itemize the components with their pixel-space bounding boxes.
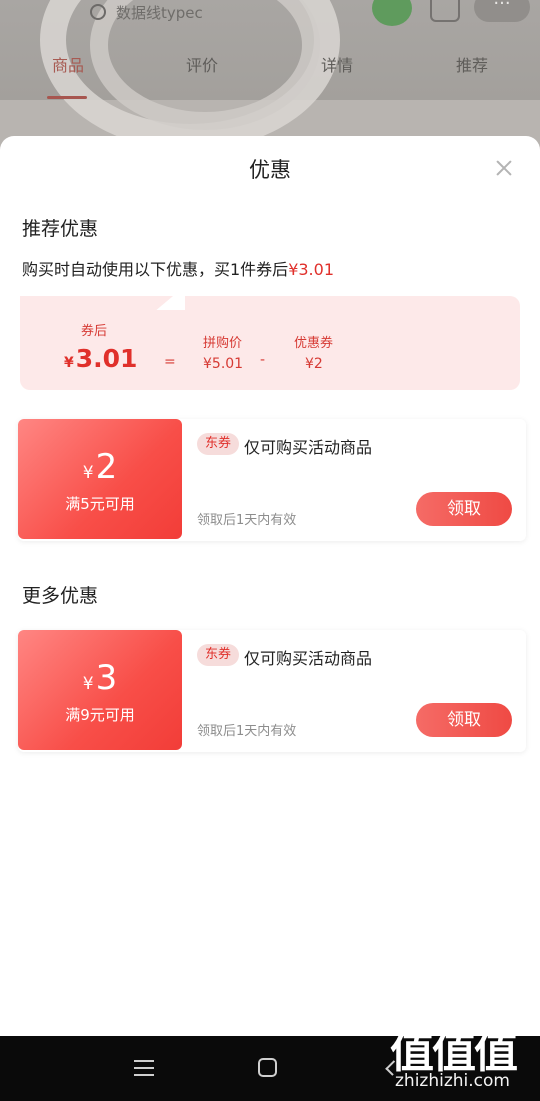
watermark-url: zhizhizhi.com — [395, 1071, 510, 1091]
coupon-card: ¥2 满5元可用 东券 仅可购买活动商品 领取后1天内有效 领取 — [18, 419, 526, 541]
after-coupon-value: 3.01 — [75, 344, 138, 373]
coupon-amount-panel: ¥2 满5元可用 — [18, 419, 182, 539]
tab-product: 商品 — [52, 56, 85, 75]
coupon-amount-panel: ¥3 满9元可用 — [18, 630, 182, 750]
more-title: 更多优惠 — [22, 585, 99, 607]
coupon-value: ¥2 — [305, 356, 323, 372]
coupon-description: 仅可购买活动商品 — [244, 438, 373, 457]
equals-sign: = — [164, 354, 176, 370]
after-coupon-yen: ¥ — [64, 355, 74, 371]
coupon-card: ¥3 满9元可用 东券 仅可购买活动商品 领取后1天内有效 领取 — [18, 630, 526, 752]
menu-icon[interactable] — [134, 1060, 154, 1076]
product-page-background: 数据线typec ··· 商品 评价 详情 推荐 — [0, 0, 540, 150]
coupon-description: 仅可购买活动商品 — [244, 649, 373, 668]
tab-underline — [47, 96, 87, 99]
coupon-badge: 东券 — [197, 644, 239, 666]
coupon-amount: ¥3 — [18, 658, 182, 698]
claim-button[interactable]: 领取 — [416, 492, 512, 526]
coupon-amount-value: 3 — [95, 658, 118, 698]
product-tabs: 商品 评价 详情 推荐 — [0, 52, 540, 82]
search-icon — [90, 4, 106, 20]
close-icon[interactable] — [494, 158, 514, 178]
coupon-amount: ¥2 — [18, 447, 182, 487]
price-calculation-box — [20, 296, 520, 390]
search-placeholder: 数据线typec — [116, 3, 203, 22]
minus-sign: - — [260, 352, 266, 368]
recommend-title: 推荐优惠 — [22, 218, 99, 240]
description-text: 购买时自动使用以下优惠，买1件券后 — [22, 260, 289, 279]
coupon-validity: 领取后1天内有效 — [197, 724, 297, 739]
home-icon[interactable] — [258, 1058, 277, 1077]
tab-details: 详情 — [321, 56, 354, 75]
after-coupon-price: ¥3.01 — [64, 344, 137, 373]
tab-reviews: 评价 — [186, 56, 219, 75]
group-price-value: ¥5.01 — [203, 356, 244, 372]
description-price: ¥3.01 — [288, 260, 334, 279]
coupon-condition: 满9元可用 — [65, 706, 135, 724]
coupon-sheet: 优惠 推荐优惠 购买时自动使用以下优惠，买1件券后¥3.01 券后 ¥3.01 … — [0, 136, 540, 1036]
group-price-label: 拼购价 — [203, 336, 243, 351]
more-icon: ··· — [474, 0, 530, 22]
coupon-yen: ¥ — [82, 463, 94, 483]
coupon-amount-value: 2 — [95, 447, 118, 487]
coupon-yen: ¥ — [82, 674, 94, 694]
cart-icon — [430, 0, 460, 22]
coupon-badge: 东券 — [197, 433, 239, 455]
search-bar: 数据线typec — [90, 0, 360, 24]
recommend-description: 购买时自动使用以下优惠，买1件券后¥3.01 — [22, 256, 334, 280]
after-coupon-label: 券后 — [81, 324, 108, 339]
tab-recommend: 推荐 — [456, 56, 489, 75]
coupon-validity: 领取后1天内有效 — [197, 513, 297, 528]
sheet-title: 优惠 — [249, 158, 291, 182]
coupon-condition: 满5元可用 — [65, 495, 135, 513]
claim-button[interactable]: 领取 — [416, 703, 512, 737]
coupon-label: 优惠券 — [294, 336, 334, 351]
calc-tab-corner — [145, 296, 185, 310]
